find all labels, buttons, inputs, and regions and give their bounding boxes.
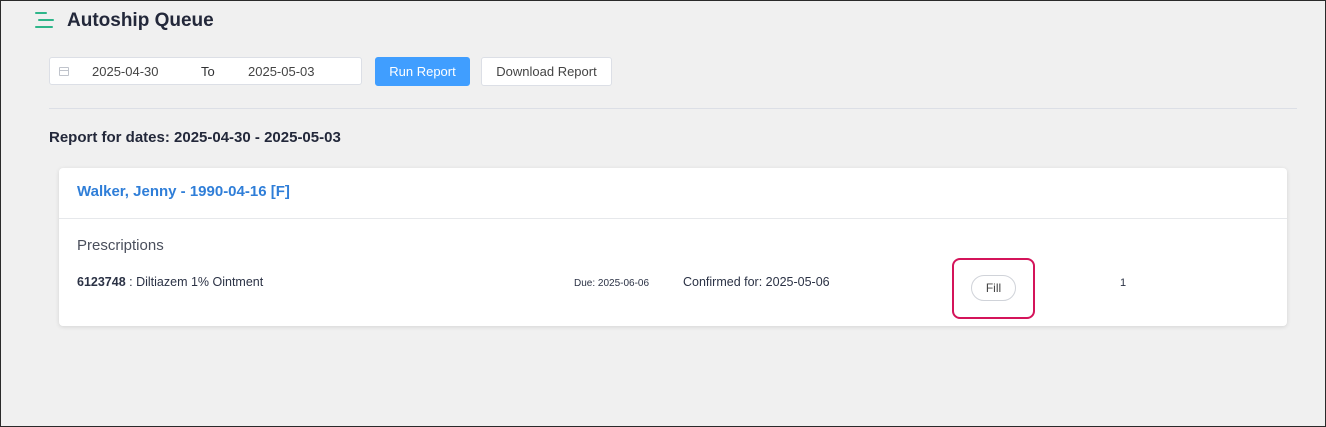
report-heading: Report for dates: 2025-04-30 - 2025-05-0… [49,129,341,146]
hamburger-menu-icon[interactable] [35,12,55,30]
section-divider [49,108,1297,109]
patient-card: Walker, Jenny - 1990-04-16 [F] Prescript… [59,168,1287,326]
download-report-button[interactable]: Download Report [481,57,612,86]
menu-line [35,26,53,28]
rx-confirmed-date: Confirmed for: 2025-05-06 [683,275,830,289]
date-range-separator: To [201,64,215,79]
run-report-button[interactable]: Run Report [375,57,470,86]
rx-quantity: 1 [1120,277,1127,289]
patient-name-link[interactable]: Walker, Jenny - 1990-04-16 [F] [77,183,290,200]
menu-line [38,19,54,21]
date-range-picker[interactable]: 2025-04-30 To 2025-05-03 [49,57,362,85]
rx-description: : Diltiazem 1% Ointment [125,275,264,289]
rx-due-date: Due: 2025-06-06 [574,278,650,289]
menu-line [35,12,47,14]
end-date-input[interactable]: 2025-05-03 [248,64,338,79]
card-divider [59,218,1287,219]
prescription-item: 6123748 : Diltiazem 1% Ointment [77,275,263,289]
rx-number: 6123748 [77,275,126,289]
prescriptions-label: Prescriptions [77,237,164,254]
page-title: Autoship Queue [67,10,214,31]
calendar-icon [59,67,69,76]
start-date-input[interactable]: 2025-04-30 [92,64,182,79]
fill-button[interactable]: Fill [971,275,1016,301]
